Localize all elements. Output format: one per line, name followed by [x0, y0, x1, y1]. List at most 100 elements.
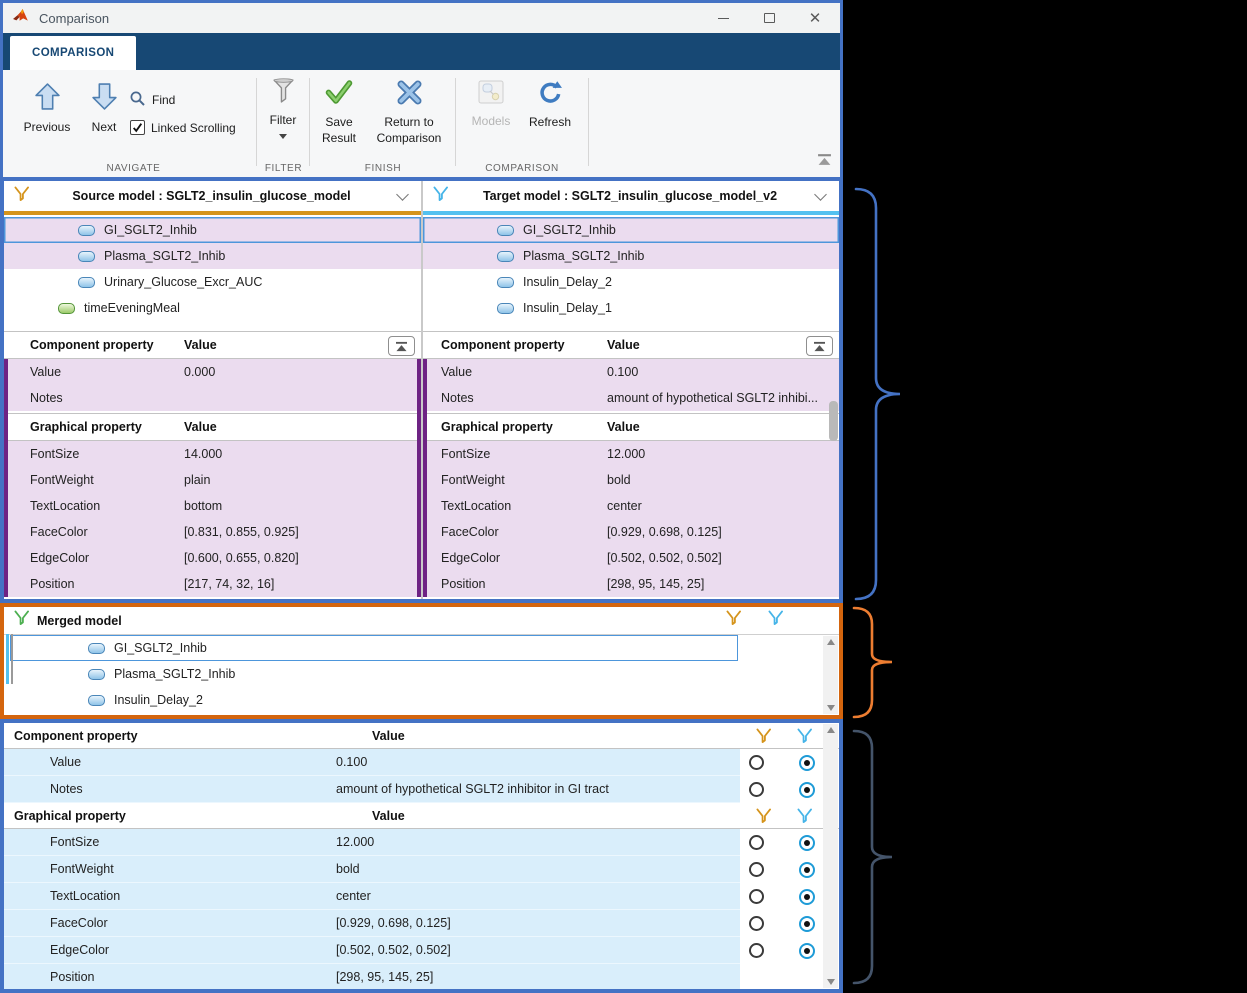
checkbox-checked-icon[interactable]	[130, 120, 145, 135]
list-item[interactable]: timeEveningMeal	[4, 295, 421, 321]
source-model-title: Source model : SGLT2_insulin_glucose_mod…	[29, 189, 394, 203]
target-filter-icon[interactable]	[768, 610, 783, 631]
collapse-table-button[interactable]	[806, 336, 833, 356]
source-choice-radio[interactable]	[749, 782, 764, 797]
list-item[interactable]: Urinary_Glucose_Excr_AUC	[4, 269, 421, 295]
property-value: plain	[184, 473, 417, 487]
target-choice-radio[interactable]	[799, 782, 815, 798]
filter-button[interactable]: Filter	[261, 78, 305, 139]
scroll-up-icon[interactable]	[827, 727, 835, 733]
source-choice-radio[interactable]	[749, 862, 764, 877]
model-comparison-section: Source model : SGLT2_insulin_glucose_mod…	[0, 177, 843, 603]
list-item[interactable]: Plasma_SGLT2_Inhib	[4, 243, 421, 269]
target-filter-icon[interactable]	[797, 808, 812, 827]
return-to-comparison-button[interactable]: Return toComparison	[368, 80, 450, 146]
refresh-button[interactable]: Refresh	[523, 80, 577, 130]
list-item[interactable]: GI_SGLT2_Inhib	[423, 217, 839, 243]
arrow-down-icon	[92, 83, 117, 114]
source-filter-icon[interactable]	[756, 728, 771, 747]
previous-button[interactable]: Previous	[17, 83, 77, 135]
target-choice-radio[interactable]	[799, 755, 815, 771]
linked-scrolling-checkbox[interactable]: Linked Scrolling	[130, 120, 236, 135]
property-row: TextLocationbottom	[4, 493, 421, 519]
property-value: 14.000	[184, 447, 417, 461]
merged-model-section: Merged model GI_SGLT2_InhibPlasma_SGLT2_…	[0, 603, 843, 719]
collapse-table-button[interactable]	[388, 336, 415, 356]
property-name: Notes	[4, 782, 336, 796]
property-name: Position	[427, 577, 607, 591]
list-item[interactable]: GI_SGLT2_Inhib	[4, 217, 421, 243]
target-choice-radio[interactable]	[799, 916, 815, 932]
property-value: center	[607, 499, 839, 513]
merged-model-title: Merged model	[37, 614, 726, 628]
target-choice-radio[interactable]	[799, 862, 815, 878]
property-name: FontWeight	[8, 473, 184, 487]
source-model-header: Source model : SGLT2_insulin_glucose_mod…	[4, 181, 421, 211]
property-choice-row: Notesamount of hypothetical SGLT2 inhibi…	[4, 776, 839, 803]
property-name: EdgeColor	[4, 943, 336, 957]
source-filter-icon[interactable]	[726, 610, 741, 631]
list-item-label: GI_SGLT2_Inhib	[523, 223, 616, 237]
funnel-icon	[272, 78, 295, 107]
merged-scrollbar[interactable]	[823, 636, 838, 714]
filter-icon	[14, 610, 29, 631]
source-choice-radio[interactable]	[749, 755, 764, 770]
maximize-button[interactable]	[746, 3, 792, 33]
tab-comparison[interactable]: COMPARISON	[10, 36, 136, 70]
property-row: EdgeColor[0.502, 0.502, 0.502]	[423, 545, 839, 571]
list-item[interactable]: Insulin_Delay_2	[4, 687, 839, 713]
property-choice-row: Value0.100	[4, 749, 839, 776]
scroll-down-icon[interactable]	[827, 979, 835, 985]
property-value: [0.831, 0.855, 0.925]	[184, 525, 417, 539]
target-choice-radio[interactable]	[799, 889, 815, 905]
property-value: [298, 95, 145, 25]	[336, 970, 740, 984]
property-name: TextLocation	[427, 499, 607, 513]
list-item[interactable]: Insulin_Delay_2	[423, 269, 839, 295]
source-choice-radio[interactable]	[749, 916, 764, 931]
comparison-window: Comparison ✕ COMPARISON Previous Next	[0, 0, 843, 993]
brace-merged-section	[846, 606, 898, 719]
property-value: amount of hypothetical SGLT2 inhibitor i…	[336, 782, 740, 796]
target-choice-radio[interactable]	[799, 835, 815, 851]
graphical-property-header: Graphical property Value	[4, 803, 839, 829]
species-icon	[88, 669, 105, 680]
property-value: [0.929, 0.698, 0.125]	[607, 525, 839, 539]
source-model-list: GI_SGLT2_InhibPlasma_SGLT2_InhibUrinary_…	[4, 215, 421, 322]
choice-radio-group	[740, 829, 824, 856]
source-choice-radio[interactable]	[749, 835, 764, 850]
source-choice-radio[interactable]	[749, 889, 764, 904]
scroll-down-icon[interactable]	[827, 705, 835, 711]
choice-radio-group	[740, 749, 824, 776]
close-button[interactable]: ✕	[792, 3, 838, 33]
list-item[interactable]: GI_SGLT2_Inhib	[4, 635, 839, 661]
list-item[interactable]: Plasma_SGLT2_Inhib	[4, 661, 839, 687]
scroll-up-icon[interactable]	[827, 639, 835, 645]
arrow-up-icon	[35, 83, 60, 114]
source-choice-radio[interactable]	[749, 943, 764, 958]
next-button[interactable]: Next	[83, 83, 125, 135]
property-name: EdgeColor	[8, 551, 184, 565]
parameter-icon	[58, 303, 75, 314]
minimize-button[interactable]	[700, 3, 746, 33]
property-value: [298, 95, 145, 25]	[607, 577, 839, 591]
property-row: Notesamount of hypothetical SGLT2 inhibi…	[423, 385, 839, 411]
bottom-scrollbar[interactable]	[823, 724, 838, 988]
list-item[interactable]: Plasma_SGLT2_Inhib	[423, 243, 839, 269]
collapse-ribbon-icon[interactable]	[817, 153, 832, 171]
find-button[interactable]: Find	[129, 90, 175, 110]
hscroll-accent	[6, 634, 9, 684]
property-value: bottom	[184, 499, 417, 513]
target-choice-radio[interactable]	[799, 943, 815, 959]
source-filter-icon[interactable]	[756, 808, 771, 827]
property-row: Value0.000	[4, 359, 421, 385]
brace-top-section	[846, 186, 910, 602]
property-name: Notes	[427, 391, 607, 405]
chevron-down-icon[interactable]	[396, 188, 409, 201]
save-result-button[interactable]: SaveResult	[315, 80, 363, 146]
chevron-down-icon[interactable]	[814, 188, 827, 201]
scrollbar-thumb[interactable]	[829, 401, 838, 441]
property-row: FontWeightbold	[423, 467, 839, 493]
target-filter-icon[interactable]	[797, 728, 812, 747]
list-item[interactable]: Insulin_Delay_1	[423, 295, 839, 321]
species-icon	[88, 695, 105, 706]
